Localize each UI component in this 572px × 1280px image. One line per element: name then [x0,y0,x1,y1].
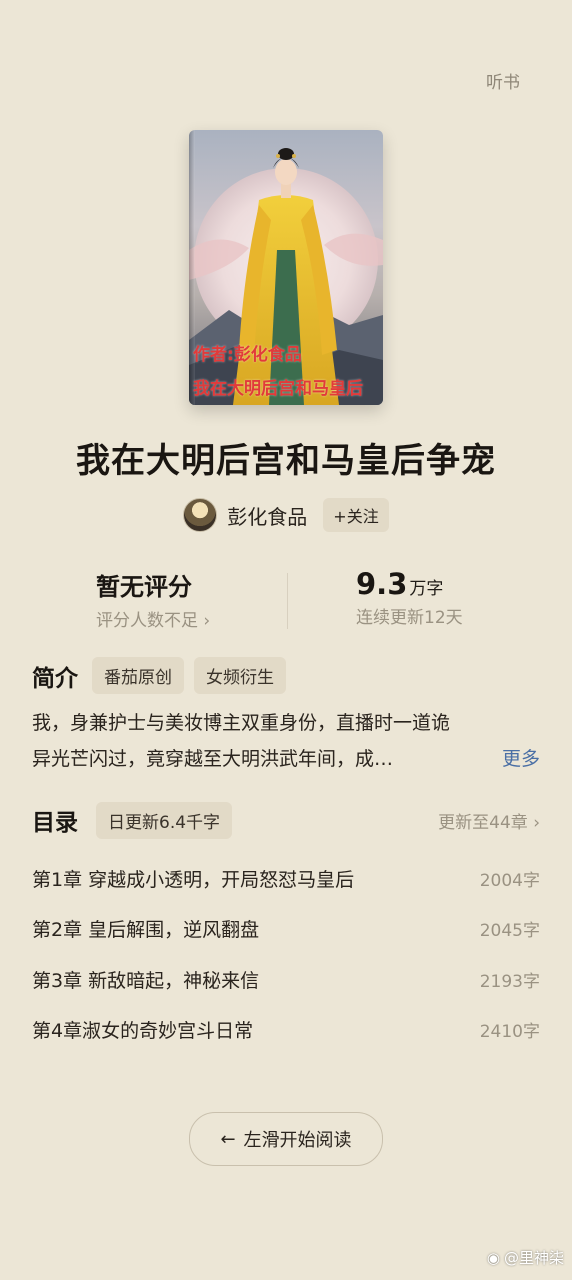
wordcount-value: 9.3 [356,567,408,601]
intro-line-1: 我，身兼护士与美妆博主双重身份，直播时一道诡 [32,712,451,734]
wordcount-unit: 万字 [409,579,444,599]
chapter-wordcount: 2193字 [479,971,540,992]
update-streak: 连续更新12天 [356,608,463,628]
intro-line-2: 异光芒闪过，竟穿越至大明洪武年间，成… [32,748,394,770]
toc-latest-link[interactable]: 更新至44章 › [438,808,540,833]
chapter-item[interactable]: 第3章 新敌暗起，神秘来信 2193字 [32,954,540,1005]
toc-header: 目录 日更新6.4千字 更新至44章 › [32,800,540,840]
weibo-logo-icon: ◉ [486,1248,500,1267]
chapter-title: 第4章淑女的奇妙宫斗日常 [32,1020,254,1043]
start-reading-button[interactable]: ← 左滑开始阅读 [189,1112,383,1166]
book-title: 我在大明后宫和马皇后争宠 [76,441,496,481]
listen-button[interactable]: 听书 [486,68,520,93]
tag-original[interactable]: 番茄原创 [92,657,184,694]
tag-genre[interactable]: 女频衍生 [194,657,286,694]
author-row: 彭化食品 +关注 [0,497,572,533]
intro-more-link[interactable]: 更多 [491,741,540,777]
chapter-title: 第2章 皇后解围，逆风翻盘 [32,919,260,942]
start-reading-label: 左滑开始阅读 [243,1130,352,1151]
cover-title-text: 我在大明后宫和马皇后 [193,379,363,399]
rating-value: 暂无评分 [96,573,192,601]
chapter-wordcount: 2045字 [479,921,540,942]
rating-note[interactable]: 评分人数不足 › [96,606,210,631]
intro-title: 简介 [32,665,78,692]
author-name[interactable]: 彭化食品 [227,501,307,530]
daily-update-badge: 日更新6.4千字 [96,801,233,839]
follow-button[interactable]: +关注 [323,498,389,532]
chapter-title: 第3章 新敌暗起，神秘来信 [32,969,260,992]
author-avatar[interactable] [183,498,218,532]
toc-title: 目录 [32,810,78,836]
chapter-wordcount: 2004字 [479,870,540,891]
arrow-left-icon: ← [220,1128,236,1150]
stats-divider [287,573,288,629]
wordcount-block: 9.3 万字 连续更新12天 [356,567,463,628]
chapter-item[interactable]: 第2章 皇后解围，逆风翻盘 2045字 [32,904,540,955]
rating-block: 暂无评分 评分人数不足 › [96,567,210,631]
chapter-item[interactable]: 第1章 穿越成小透明，开局怒怼马皇后 2004字 [32,853,540,904]
intro-text[interactable]: 我，身兼护士与美妆博主双重身份，直播时一道诡 异光芒闪过，竟穿越至大明洪武年间，… [32,705,540,777]
cover-author-text: 作者:彭化食品 [193,345,302,365]
book-detail-page: 听书 作者:彭化食品 我在大明后宫和马皇后 我在大明后宫和马皇后争宠 彭化食品 … [0,0,572,1280]
book-cover[interactable]: 作者:彭化食品 我在大明后宫和马皇后 [189,130,383,405]
stats-panel: 暂无评分 评分人数不足 › 9.3 万字 连续更新12天 [0,565,572,635]
intro-header: 简介 番茄原创 女频衍生 [32,657,286,694]
chapter-wordcount: 2410字 [479,1022,540,1043]
chapter-list: 第1章 穿越成小透明，开局怒怼马皇后 2004字 第2章 皇后解围，逆风翻盘 2… [32,853,540,1055]
chapter-item[interactable]: 第4章淑女的奇妙宫斗日常 2410字 [32,1005,540,1056]
watermark-text: @里神柒 [503,1249,564,1267]
watermark: ◉ @里神柒 [487,1247,564,1268]
chapter-title: 第1章 穿越成小透明，开局怒怼马皇后 [32,868,355,891]
